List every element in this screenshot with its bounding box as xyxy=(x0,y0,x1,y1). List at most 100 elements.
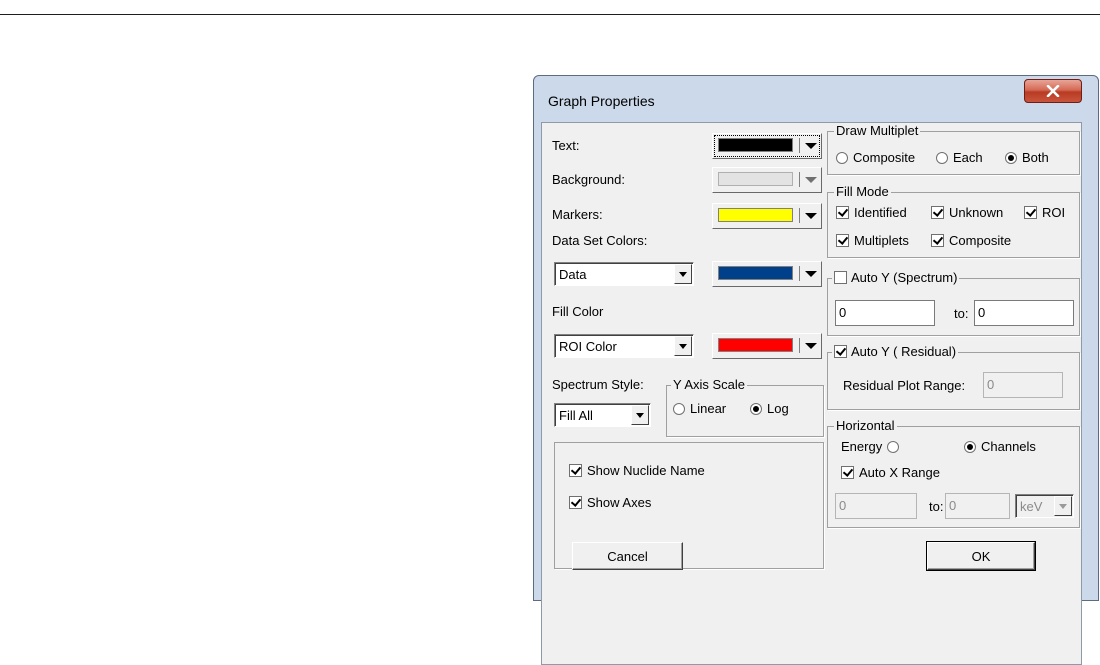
draw-multiplet-title: Draw Multiplet xyxy=(834,123,921,138)
draw-both-option[interactable]: Both xyxy=(1005,150,1049,165)
close-button[interactable] xyxy=(1024,79,1082,103)
auto-y-residual-checkbox[interactable] xyxy=(834,345,847,358)
auto-y-spectrum-label: Auto Y (Spectrum) xyxy=(851,270,958,285)
horizontal-energy-radio[interactable] xyxy=(887,440,900,453)
x-range-to-input[interactable]: 0 xyxy=(945,493,1010,519)
auto-y-spectrum-option[interactable]: Auto Y (Spectrum) xyxy=(832,270,960,285)
cancel-button[interactable]: Cancel xyxy=(572,542,683,570)
fill-color-value: ROI Color xyxy=(559,339,617,354)
chevron-down-icon xyxy=(1059,504,1067,509)
horizontal-channels-option[interactable]: Channels xyxy=(964,439,1036,454)
data-set-select[interactable]: Data xyxy=(554,262,694,286)
y-axis-log-option[interactable]: Log xyxy=(750,401,789,416)
fill-identified-label: Identified xyxy=(854,205,907,220)
draw-both-radio[interactable] xyxy=(1005,151,1017,164)
spectrum-style-label: Spectrum Style: xyxy=(552,377,644,392)
draw-composite-radio[interactable] xyxy=(836,151,848,164)
text-color-swatch xyxy=(718,138,793,152)
draw-multiplet-group: Draw Multiplet Composite Each Both xyxy=(827,123,1080,175)
fill-multiplets-checkbox[interactable] xyxy=(836,234,849,247)
ok-button[interactable]: OK xyxy=(926,541,1036,571)
dropdown-button[interactable] xyxy=(674,264,692,284)
y-axis-linear-radio[interactable] xyxy=(673,402,685,415)
dropdown-button[interactable] xyxy=(674,336,692,356)
spectrum-to-label: to: xyxy=(954,306,969,321)
y-axis-linear-option[interactable]: Linear xyxy=(673,401,726,416)
chevron-down-icon xyxy=(805,271,817,277)
horizontal-energy-label: Energy xyxy=(841,439,883,454)
fill-multiplets-label: Multiplets xyxy=(854,233,909,248)
draw-each-radio[interactable] xyxy=(936,151,948,164)
fill-multiplets-option[interactable]: Multiplets xyxy=(836,233,909,248)
show-nuclide-name-label: Show Nuclide Name xyxy=(587,463,705,478)
dropdown-button[interactable] xyxy=(1054,496,1072,516)
background-color-label: Background: xyxy=(552,172,625,187)
x-range-from-input[interactable]: 0 xyxy=(835,493,917,519)
draw-each-option[interactable]: Each xyxy=(936,150,983,165)
chevron-down-icon xyxy=(805,143,817,149)
markers-color-swatch xyxy=(718,208,793,222)
markers-color-picker[interactable] xyxy=(712,203,822,229)
auto-y-residual-option[interactable]: Auto Y ( Residual) xyxy=(832,344,959,359)
fill-composite-checkbox[interactable] xyxy=(931,234,944,247)
auto-y-spectrum-group: Auto Y (Spectrum) 0 to: 0 xyxy=(827,270,1080,336)
background-color-swatch xyxy=(718,172,793,186)
draw-composite-option[interactable]: Composite xyxy=(836,150,915,165)
fill-color-label: Fill Color xyxy=(552,304,604,319)
fill-mode-title: Fill Mode xyxy=(834,184,891,199)
fill-color-select[interactable]: ROI Color xyxy=(554,334,694,358)
draw-each-label: Each xyxy=(953,150,983,165)
fill-roi-option[interactable]: ROI xyxy=(1024,205,1065,220)
y-axis-linear-label: Linear xyxy=(690,401,727,416)
show-axes-checkbox[interactable] xyxy=(569,496,582,509)
spectrum-y-from-input[interactable]: 0 xyxy=(835,300,935,326)
fill-color-picker[interactable] xyxy=(712,333,822,359)
horizontal-channels-radio[interactable] xyxy=(964,440,976,453)
chevron-down-icon xyxy=(679,272,687,277)
text-color-label: Text: xyxy=(552,138,580,153)
auto-y-spectrum-checkbox[interactable] xyxy=(834,271,847,284)
horizontal-title: Horizontal xyxy=(834,418,897,433)
show-nuclide-name-option[interactable]: Show Nuclide Name xyxy=(569,463,705,478)
y-axis-scale-title: Y Axis Scale xyxy=(671,377,748,392)
data-set-color-picker[interactable] xyxy=(712,261,822,287)
chevron-down-icon xyxy=(679,344,687,349)
chevron-down-icon xyxy=(805,213,817,219)
auto-y-residual-group: Auto Y ( Residual) Residual Plot Range: … xyxy=(827,344,1080,410)
fill-unknown-label: Unknown xyxy=(949,205,1004,220)
x-range-to-label: to: xyxy=(929,499,944,514)
fill-identified-option[interactable]: Identified xyxy=(836,205,907,220)
show-nuclide-name-checkbox[interactable] xyxy=(569,464,582,477)
auto-x-range-option[interactable]: Auto X Range xyxy=(841,465,940,480)
auto-x-range-label: Auto X Range xyxy=(859,465,940,480)
fill-unknown-checkbox[interactable] xyxy=(931,206,944,219)
chevron-down-icon xyxy=(805,343,817,349)
fill-composite-option[interactable]: Composite xyxy=(931,233,1011,248)
data-set-color-swatch xyxy=(718,266,793,280)
fill-composite-label: Composite xyxy=(949,233,1012,248)
fill-roi-checkbox[interactable] xyxy=(1024,206,1037,219)
dropdown-button[interactable] xyxy=(631,405,649,425)
fill-identified-checkbox[interactable] xyxy=(836,206,849,219)
spectrum-y-to-input[interactable]: 0 xyxy=(974,300,1074,326)
top-divider-line xyxy=(0,14,1100,15)
fill-unknown-option[interactable]: Unknown xyxy=(931,205,1003,220)
horizontal-channels-label: Channels xyxy=(981,439,1036,454)
residual-plot-range-input[interactable]: 0 xyxy=(983,372,1063,398)
markers-color-label: Markers: xyxy=(552,207,603,222)
horizontal-energy-option[interactable]: Energy xyxy=(841,439,900,454)
background-color-picker[interactable] xyxy=(712,167,822,193)
y-axis-log-radio[interactable] xyxy=(750,402,762,415)
data-set-value: Data xyxy=(559,267,587,282)
show-axes-option[interactable]: Show Axes xyxy=(569,495,651,510)
auto-x-range-checkbox[interactable] xyxy=(841,466,854,479)
data-set-colors-label: Data Set Colors: xyxy=(552,233,648,248)
cancel-button-label: Cancel xyxy=(607,548,648,564)
spectrum-style-select[interactable]: Fill All xyxy=(554,403,651,427)
y-axis-scale-group: Y Axis Scale Linear Log xyxy=(666,377,824,437)
dialog-title: Graph Properties xyxy=(548,93,655,109)
text-color-picker[interactable] xyxy=(712,133,822,159)
chevron-down-icon xyxy=(636,413,644,418)
title-bar[interactable]: Graph Properties xyxy=(534,76,1098,122)
x-range-unit-select[interactable]: keV xyxy=(1015,494,1074,518)
